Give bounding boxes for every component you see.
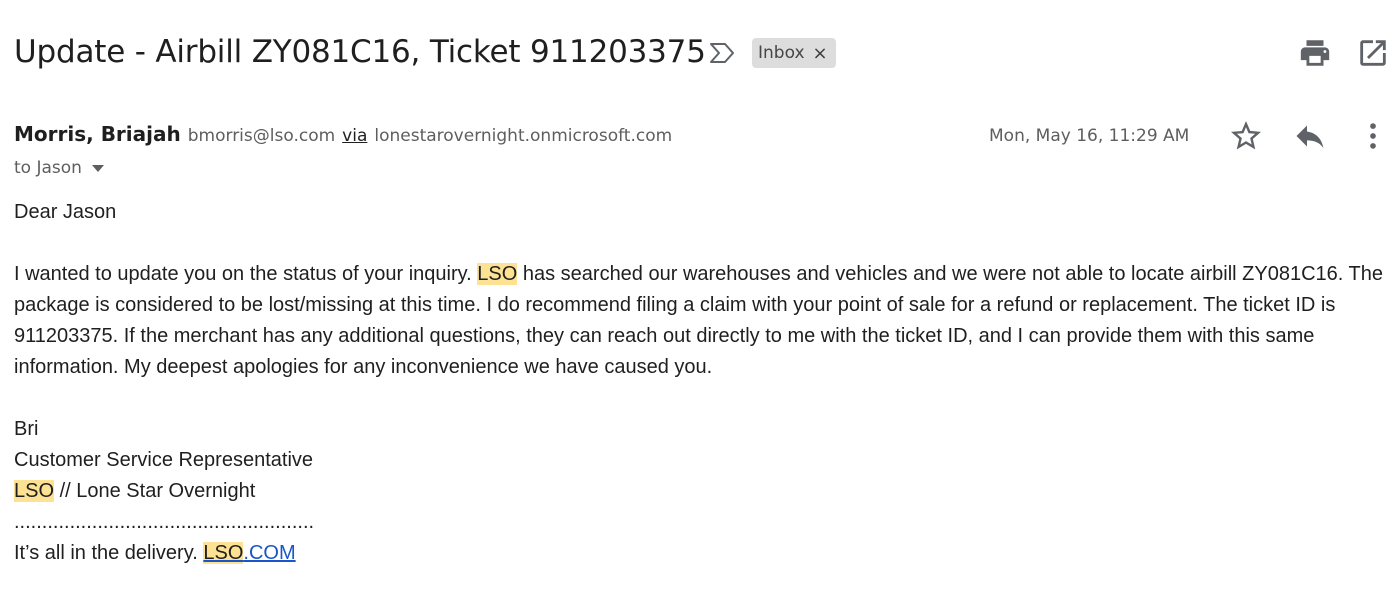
remove-label-icon[interactable]: × xyxy=(813,43,828,64)
greeting: Dear Jason xyxy=(14,201,117,223)
star-icon[interactable] xyxy=(1228,118,1264,154)
label-text: Inbox xyxy=(758,43,805,63)
reply-icon[interactable] xyxy=(1292,118,1328,154)
chevron-down-icon[interactable] xyxy=(91,164,104,172)
paragraph-text-start: I wanted to update you on the status of … xyxy=(14,263,478,285)
recipients-text: to Jason xyxy=(14,158,82,178)
search-highlight: LSO xyxy=(477,263,518,285)
sender-email: bmorris@lso.com xyxy=(187,126,336,146)
recipients-dropdown[interactable]: to Jason xyxy=(14,155,104,181)
via-link[interactable]: via xyxy=(342,126,367,146)
search-highlight: LSO xyxy=(203,542,244,564)
sender-line: Morris, Briajah bmorris@lso.com via lone… xyxy=(14,122,672,150)
signature-divider: ........................................… xyxy=(14,511,315,533)
email-subject: Update - Airbill ZY081C16, Ticket 911203… xyxy=(14,34,706,70)
inbox-label-chip[interactable]: Inbox × xyxy=(752,38,836,68)
signature-title: Customer Service Representative xyxy=(14,449,314,471)
signature-company: LSO // Lone Star Overnight xyxy=(14,476,1390,507)
search-highlight: LSO xyxy=(14,480,55,502)
signature-name: Bri xyxy=(14,418,39,440)
more-vertical-icon[interactable] xyxy=(1356,118,1390,154)
company-name: // Lone Star Overnight xyxy=(54,480,256,502)
importance-marker-icon[interactable] xyxy=(708,40,738,66)
via-domain: lonestarovernight.onmicrosoft.com xyxy=(374,126,673,146)
body-paragraph: I wanted to update you on the status of … xyxy=(14,259,1390,383)
sender-name[interactable]: Morris, Briajah xyxy=(14,122,181,146)
link-text: .COM xyxy=(243,542,296,564)
open-in-new-window-icon[interactable] xyxy=(1356,36,1390,70)
signature-tagline: It’s all in the delivery. LSO.COM xyxy=(14,538,1390,569)
tagline-text: It’s all in the delivery. xyxy=(14,542,204,564)
website-link[interactable]: LSO.COM xyxy=(203,542,296,564)
email-timestamp: Mon, May 16, 11:29 AM xyxy=(989,126,1190,146)
message-body: Dear Jason I wanted to update you on the… xyxy=(14,197,1390,569)
print-icon[interactable] xyxy=(1298,36,1332,70)
